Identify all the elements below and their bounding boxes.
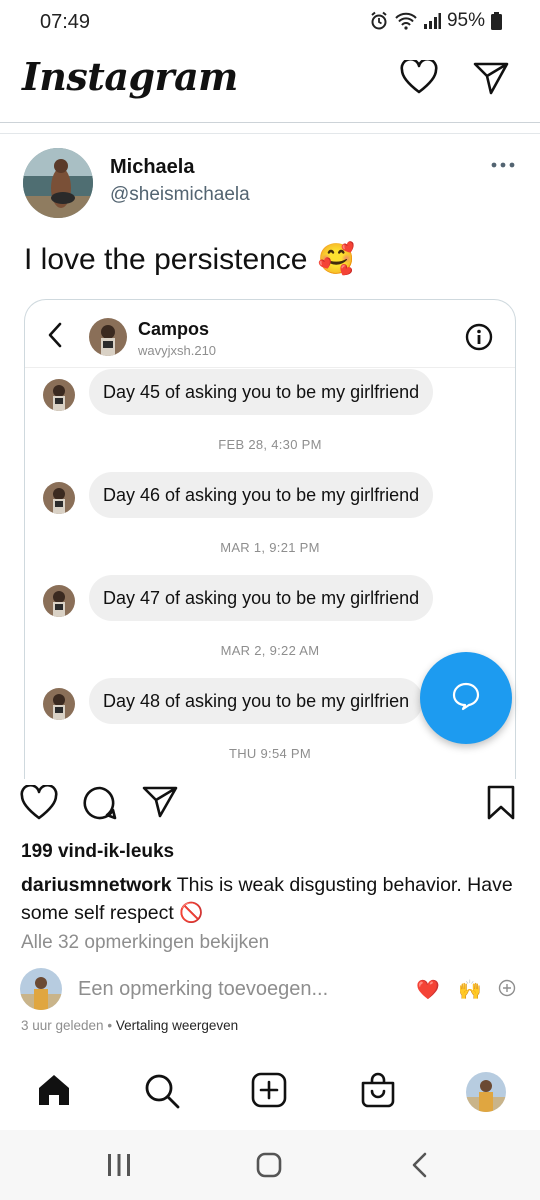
header-divider — [0, 122, 540, 123]
tweet-author-name[interactable]: Michaela — [110, 156, 194, 179]
post-top-divider — [0, 133, 540, 134]
comment-icon[interactable] — [82, 785, 118, 826]
post-action-bar — [0, 783, 540, 826]
message-row: Day 46 of asking you to be my girlfriend — [25, 472, 515, 522]
tweet-text-content: I love the persistence — [24, 242, 308, 276]
post-timestamp: 3 uur geleden — [21, 1018, 104, 1033]
message-row: Day 45 of asking you to be my girlfriend — [25, 369, 515, 419]
comment-input[interactable]: Een opmerking toevoegen... — [78, 978, 328, 1001]
message-bubble: Day 45 of asking you to be my girlfriend — [89, 369, 434, 415]
message-timestamp: THU 9:54 PM — [228, 746, 312, 761]
smiling-face-hearts-icon: 🥰 — [317, 243, 355, 276]
battery-icon — [491, 12, 502, 30]
tweet-author-handle[interactable]: @sheismichaela — [110, 184, 250, 206]
raising-hands-emoji-button[interactable]: 🙌 — [458, 978, 482, 1002]
bookmark-icon[interactable] — [486, 785, 516, 826]
message-timestamp: MAR 2, 9:22 AM — [220, 643, 320, 658]
instagram-logo[interactable]: Instagram — [22, 54, 238, 99]
message-avatar — [43, 482, 75, 514]
signal-icon — [423, 13, 441, 29]
wifi-icon — [395, 12, 417, 30]
recents-icon[interactable] — [106, 1152, 132, 1183]
bottom-nav — [0, 1058, 540, 1126]
post-meta: 3 uur geleden • Vertaling weergeven — [21, 1018, 238, 1033]
tweet-author-avatar[interactable] — [23, 148, 93, 218]
instagram-header: Instagram — [0, 44, 540, 120]
floating-comment-button[interactable] — [420, 652, 512, 744]
message-bubble: Day 46 of asking you to be my girlfriend — [89, 472, 434, 518]
alarm-icon — [369, 11, 389, 31]
message-avatar — [43, 379, 75, 411]
profile-avatar[interactable] — [466, 1072, 506, 1112]
home-button-icon[interactable] — [256, 1152, 282, 1183]
dm-contact-name: Campos — [138, 319, 210, 339]
status-time: 07:49 — [40, 11, 91, 33]
prohibited-icon: 🚫 — [179, 902, 204, 924]
meta-separator: • — [107, 1018, 113, 1033]
like-count[interactable]: 199 vind-ik-leuks — [21, 841, 174, 863]
message-bubble: Day 48 of asking you to be my girlfrien — [89, 678, 424, 724]
speech-bubble-icon — [451, 681, 481, 716]
dm-contact-username: wavyjxsh.210 — [138, 343, 217, 358]
translate-link[interactable]: Vertaling weergeven — [116, 1018, 238, 1033]
message-avatar — [43, 688, 75, 720]
send-icon[interactable] — [472, 60, 510, 101]
message-row: Day 47 of asking you to be my girlfriend — [25, 575, 515, 625]
more-options-icon[interactable] — [490, 158, 516, 172]
message-bubble: Day 47 of asking you to be my girlfriend — [89, 575, 434, 621]
create-icon[interactable] — [251, 1072, 287, 1113]
search-icon[interactable] — [143, 1072, 181, 1115]
back-icon[interactable] — [410, 1152, 430, 1183]
back-arrow-icon — [47, 322, 63, 353]
status-bar: 07:49 95% — [0, 0, 540, 44]
add-emoji-icon[interactable] — [498, 979, 516, 1002]
home-icon[interactable] — [36, 1072, 72, 1113]
message-timestamp: FEB 28, 4:30 PM — [218, 437, 322, 452]
share-icon[interactable] — [142, 785, 178, 824]
info-icon — [465, 323, 493, 356]
heart-icon[interactable] — [400, 57, 438, 99]
caption-username[interactable]: dariusmnetwork — [21, 874, 172, 896]
message-timestamp: MAR 1, 9:21 PM — [220, 540, 320, 555]
heart-emoji-button[interactable]: ❤️ — [416, 978, 440, 1002]
dm-contact-avatar — [89, 318, 127, 356]
battery-percent: 95% — [446, 10, 485, 31]
message-avatar — [43, 585, 75, 617]
add-comment-row: Een opmerking toevoegen... ❤️ 🙌 — [0, 966, 540, 1012]
post-caption: dariusmnetwork This is weak disgusting b… — [21, 871, 521, 927]
like-icon[interactable] — [20, 783, 58, 826]
tweet-text: I love the persistence 🥰 — [24, 242, 355, 277]
view-all-comments-link[interactable]: Alle 32 opmerkingen bekijken — [21, 932, 269, 954]
shop-icon[interactable] — [360, 1072, 396, 1113]
system-navigation-bar — [0, 1130, 540, 1200]
status-icons: 95% — [369, 10, 502, 32]
dm-header: Campos wavyjxsh.210 — [25, 300, 515, 368]
my-avatar — [20, 968, 62, 1010]
